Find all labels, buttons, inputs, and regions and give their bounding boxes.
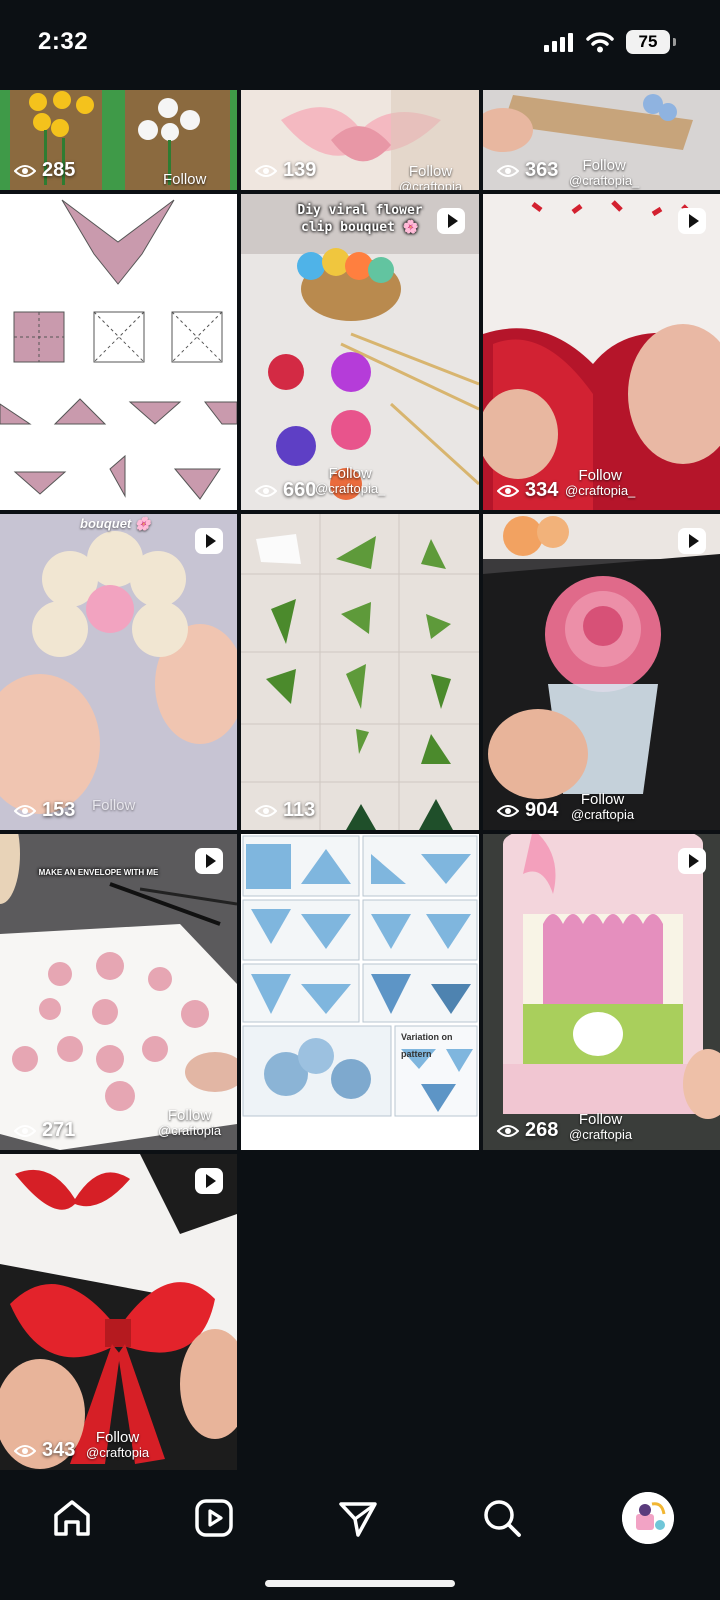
eye-icon xyxy=(14,1444,36,1457)
eye-icon xyxy=(255,484,277,497)
grid-tile[interactable]: 343 Follow @craftopia xyxy=(0,1154,237,1470)
reels-icon xyxy=(195,1499,233,1537)
status-bar: 2:32 75 xyxy=(0,0,720,90)
eye-icon xyxy=(497,484,519,497)
battery-level: 75 xyxy=(638,32,658,51)
grid-tile[interactable]: Diy viral flower clip bouquet 🌸 660 Foll… xyxy=(241,194,479,510)
bottom-nav xyxy=(0,1472,720,1600)
tile-image xyxy=(241,834,479,1150)
view-count: 268 xyxy=(497,1119,558,1142)
follow-overlay: Follow @craftopia_ xyxy=(565,467,636,498)
grid-tile[interactable]: 139 Follow @craftopia xyxy=(241,90,479,190)
view-count: 660 xyxy=(255,479,316,502)
view-count: 285 xyxy=(14,159,75,182)
tile-image xyxy=(241,514,479,830)
follow-overlay: Follow @craftopia xyxy=(571,791,635,822)
grid-tile[interactable]: Variation on pattern xyxy=(241,834,479,1150)
view-count: 343 xyxy=(14,1439,75,1462)
follow-overlay: Follow @craftopia xyxy=(86,1429,150,1460)
tile-image xyxy=(483,834,720,1150)
eye-icon xyxy=(497,804,519,817)
nav-home[interactable] xyxy=(44,1490,100,1546)
profile-avatar xyxy=(622,1492,674,1544)
signal-icon xyxy=(544,33,573,52)
grid-tile[interactable]: MAKE AN ENVELOPE WITH ME 271 Follow @cra… xyxy=(0,834,237,1150)
tile-image xyxy=(0,514,237,830)
eye-icon xyxy=(14,1124,36,1137)
nav-reels[interactable] xyxy=(186,1490,242,1546)
grid-tile[interactable]: 334 Follow @craftopia_ xyxy=(483,194,720,510)
status-time: 2:32 xyxy=(38,28,89,55)
follow-overlay: Follow @craftopia xyxy=(158,1107,222,1138)
view-count: 153 xyxy=(14,799,75,822)
nav-profile[interactable] xyxy=(620,1490,676,1546)
home-indicator xyxy=(265,1580,455,1587)
search-icon xyxy=(484,1500,521,1537)
grid-tile[interactable] xyxy=(0,194,237,510)
grid-tile[interactable]: 268 Follow @craftopia xyxy=(483,834,720,1150)
eye-icon xyxy=(497,164,519,177)
view-count: 904 xyxy=(497,799,558,822)
reel-icon xyxy=(195,848,223,874)
grid-tile[interactable]: 904 Follow @craftopia xyxy=(483,514,720,830)
tile-image xyxy=(0,834,237,1150)
post-caption-overlay: bouquet 🌸 xyxy=(80,516,152,531)
reel-icon xyxy=(678,528,706,554)
reel-icon xyxy=(195,1168,223,1194)
view-count: 139 xyxy=(255,159,316,182)
grid-tile[interactable]: 285 Follow xyxy=(0,90,237,190)
reel-icon xyxy=(678,848,706,874)
view-count: 113 xyxy=(255,799,315,822)
view-count: 363 xyxy=(497,159,558,182)
status-icons: 75 xyxy=(544,30,676,54)
post-caption-overlay: Variation on pattern xyxy=(401,1032,453,1059)
tile-image xyxy=(0,1154,237,1470)
home-icon xyxy=(54,1500,90,1536)
view-count: 334 xyxy=(497,479,558,502)
follow-overlay: Follow @craftopia_ xyxy=(569,157,640,188)
eye-icon xyxy=(497,1124,519,1137)
follow-overlay: Follow @craftopia_ xyxy=(315,465,386,496)
follow-overlay: Follow xyxy=(163,171,207,188)
follow-overlay: Follow xyxy=(92,797,136,814)
nav-search[interactable] xyxy=(474,1490,530,1546)
tile-image xyxy=(483,514,720,830)
follow-overlay: Follow @craftopia xyxy=(569,1111,633,1142)
reel-icon xyxy=(678,208,706,234)
wifi-icon xyxy=(586,32,614,53)
eye-icon xyxy=(14,164,36,177)
view-count: 271 xyxy=(14,1119,75,1142)
tile-image xyxy=(241,194,479,510)
nav-messages[interactable] xyxy=(330,1490,386,1546)
eye-icon xyxy=(255,164,277,177)
eye-icon xyxy=(255,804,277,817)
eye-icon xyxy=(14,804,36,817)
tile-image xyxy=(0,194,237,510)
tile-image xyxy=(483,194,720,510)
grid-tile[interactable]: 363 Follow @craftopia_ xyxy=(483,90,720,190)
reel-icon xyxy=(437,208,465,234)
reel-icon xyxy=(195,528,223,554)
battery-icon: 75 xyxy=(626,30,676,54)
grid-tile[interactable]: 113 xyxy=(241,514,479,830)
craftopia-logo-icon xyxy=(622,1492,674,1544)
follow-overlay: Follow @craftopia xyxy=(399,163,463,190)
send-icon xyxy=(339,1502,377,1537)
grid-tile[interactable]: bouquet 🌸 153 Follow xyxy=(0,514,237,830)
